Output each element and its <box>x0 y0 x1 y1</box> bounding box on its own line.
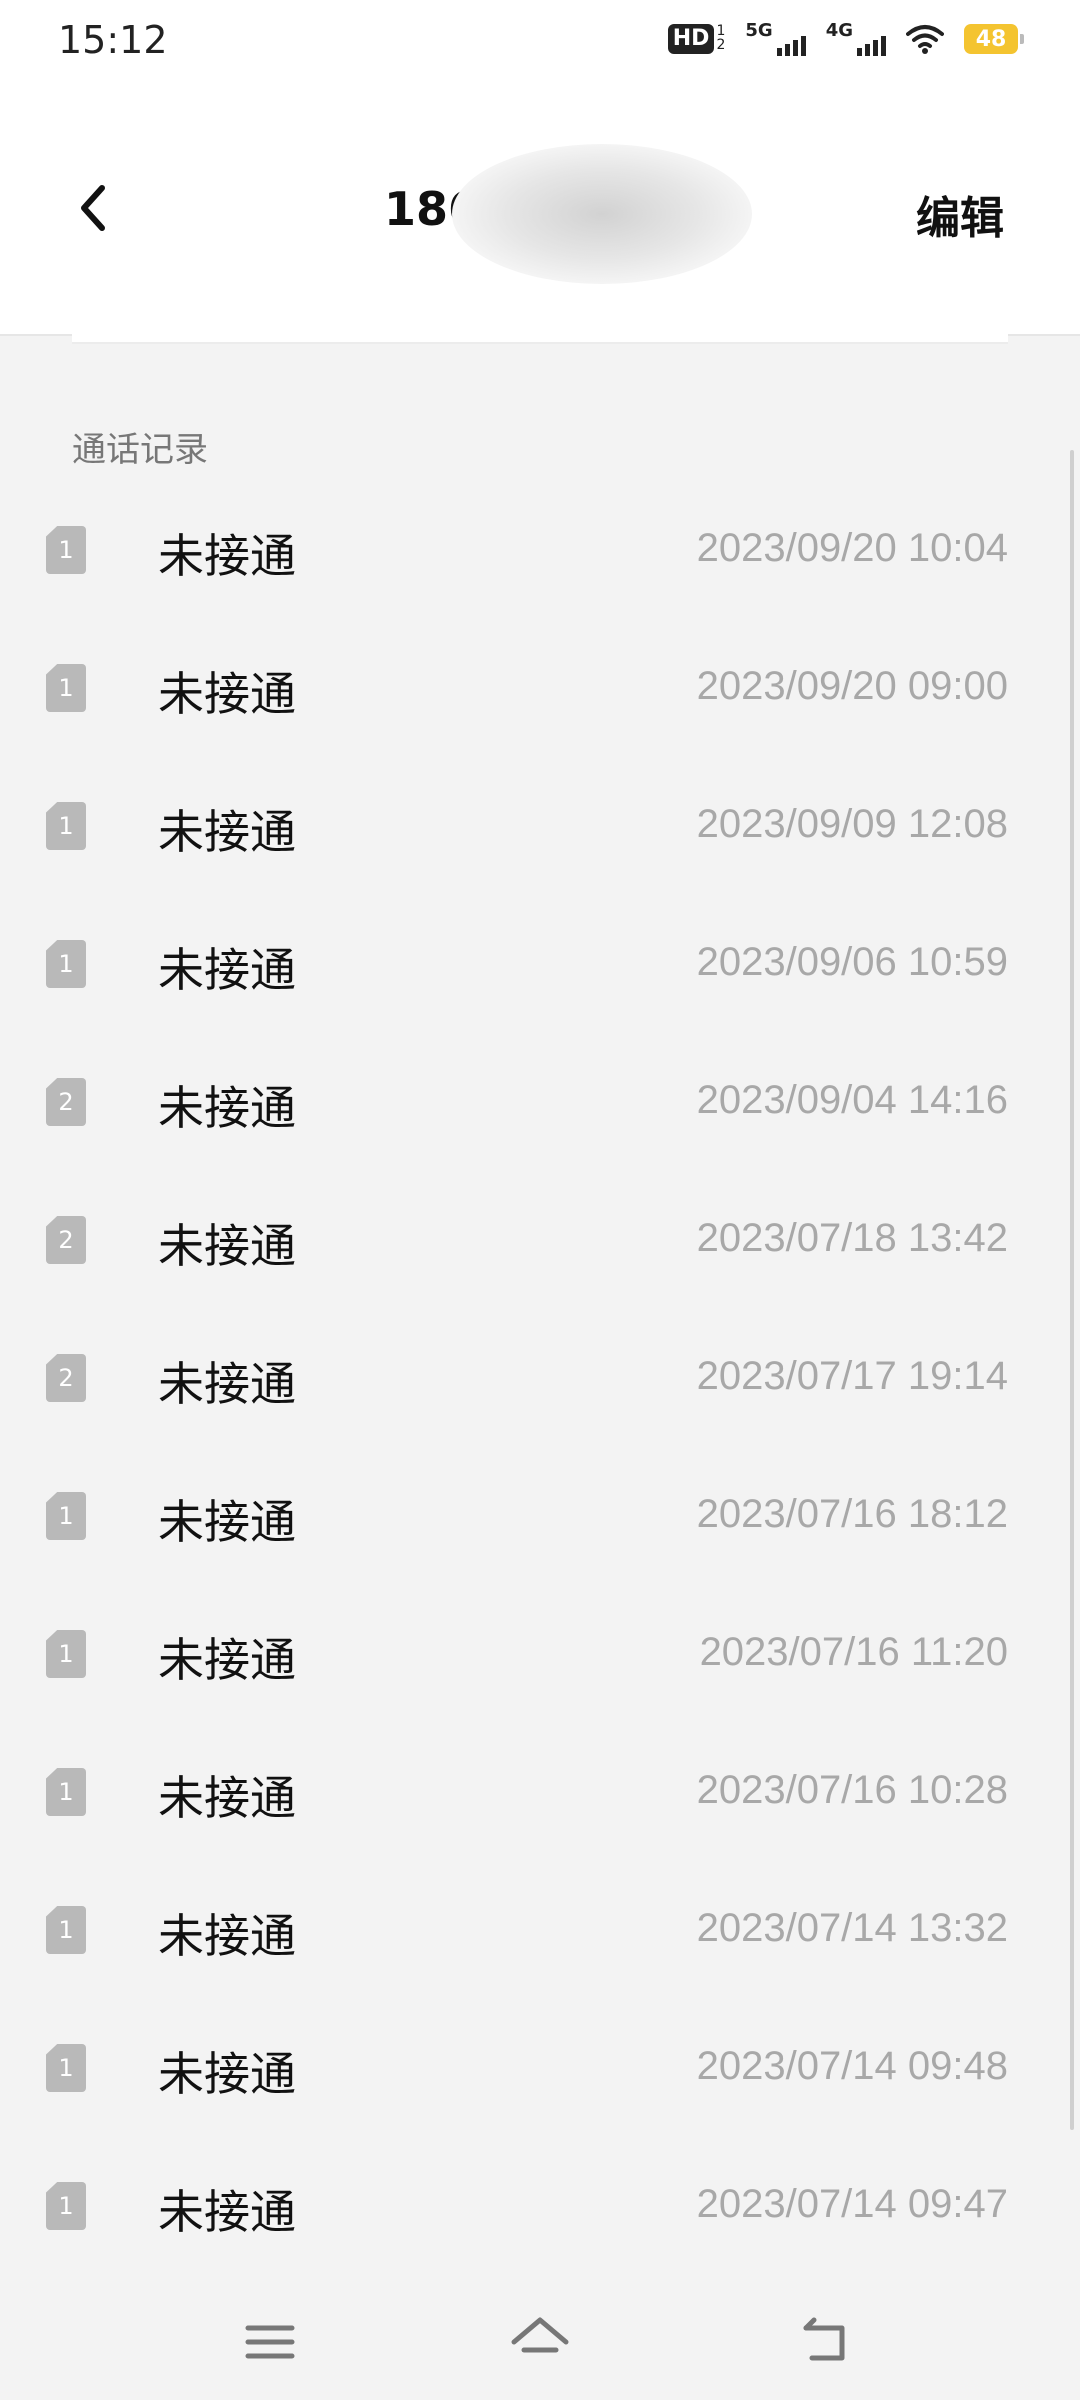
menu-button[interactable] <box>238 2310 302 2374</box>
wifi-icon <box>906 24 944 54</box>
battery-icon: 48 <box>964 24 1024 54</box>
sim-card-icon: 1 <box>46 1492 86 1540</box>
sim-card-icon: 1 <box>46 2044 86 2092</box>
sim-slot-number: 1 <box>58 2054 74 2082</box>
call-status: 未接通 <box>158 1357 296 1411</box>
call-timestamp: 2023/07/16 18:12 <box>696 1492 1008 1536</box>
section-title-call-log: 通话记录 <box>72 430 208 470</box>
net-4g-label: 4G <box>825 20 853 41</box>
call-log-row[interactable]: 1 未接通 2023/09/20 09:00 <box>0 618 1080 756</box>
header-divider <box>72 334 1008 344</box>
signal-4g-icon: 4G <box>826 22 886 56</box>
sim-slot-number: 1 <box>58 2192 74 2220</box>
hd-voice-icon: HD 1 2 <box>667 23 726 54</box>
call-timestamp: 2023/07/14 09:48 <box>696 2044 1008 2088</box>
sim-slot-number: 2 <box>58 1088 74 1116</box>
call-timestamp: 2023/09/04 14:16 <box>696 1078 1008 1122</box>
call-status: 未接通 <box>158 1771 296 1825</box>
sim-card-icon: 1 <box>46 1906 86 1954</box>
call-log-row[interactable]: 1 未接通 2023/07/16 18:12 <box>0 1446 1080 1584</box>
sim-slot-number: 1 <box>58 812 74 840</box>
call-log-row[interactable]: 1 未接通 2023/07/14 09:48 <box>0 1998 1080 2136</box>
call-timestamp: 2023/09/20 09:00 <box>696 664 1008 708</box>
status-bar: 15:12 HD 1 2 5G 4G 48 <box>0 0 1080 84</box>
sim-card-icon: 1 <box>46 1768 86 1816</box>
system-nav-bar <box>0 2290 1080 2400</box>
contact-header: 186 编辑 <box>0 84 1080 336</box>
sim-slot-number: 1 <box>58 1778 74 1806</box>
sim-card-icon: 1 <box>46 1630 86 1678</box>
sim-card-icon: 1 <box>46 526 86 574</box>
call-log-row[interactable]: 1 未接通 2023/09/09 12:08 <box>0 756 1080 894</box>
sim-slot-number: 1 <box>58 1502 74 1530</box>
call-timestamp: 2023/07/14 13:32 <box>696 1906 1008 1950</box>
sim-slot-number: 1 <box>58 1916 74 1944</box>
home-button[interactable] <box>508 2310 572 2374</box>
hd-label: HD <box>667 24 715 54</box>
call-timestamp: 2023/07/14 09:47 <box>696 2182 1008 2226</box>
call-log-row[interactable]: 1 未接通 2023/07/16 11:20 <box>0 1584 1080 1722</box>
sim-slot-number: 1 <box>58 950 74 978</box>
call-log-row[interactable]: 1 未接通 2023/07/14 13:32 <box>0 1860 1080 1998</box>
call-log-row[interactable]: 2 未接通 2023/07/18 13:42 <box>0 1170 1080 1308</box>
call-timestamp: 2023/07/16 11:20 <box>699 1630 1008 1674</box>
call-status: 未接通 <box>158 1633 296 1687</box>
call-status: 未接通 <box>158 2047 296 2101</box>
call-timestamp: 2023/07/16 10:28 <box>696 1768 1008 1812</box>
call-status: 未接通 <box>158 1495 296 1549</box>
call-timestamp: 2023/07/17 19:14 <box>696 1354 1008 1398</box>
call-log-list: 1 未接通 2023/09/20 10:04 1 未接通 2023/09/20 … <box>0 480 1080 2274</box>
edit-button[interactable]: 编辑 <box>916 182 1004 246</box>
call-status: 未接通 <box>158 1081 296 1135</box>
back-icon <box>803 2317 845 2361</box>
sim-card-icon: 2 <box>46 1354 86 1402</box>
call-log-row[interactable]: 1 未接通 2023/09/06 10:59 <box>0 894 1080 1032</box>
sim-card-icon: 1 <box>46 802 86 850</box>
call-status: 未接通 <box>158 529 296 583</box>
call-log-row[interactable]: 2 未接通 2023/09/04 14:16 <box>0 1032 1080 1170</box>
sim-card-icon: 1 <box>46 664 86 712</box>
call-status: 未接通 <box>158 667 296 721</box>
sim-slot-number: 1 <box>58 1640 74 1668</box>
chevron-left-icon <box>81 185 105 231</box>
home-icon <box>511 2317 569 2353</box>
signal-5g-icon: 5G <box>745 20 806 56</box>
sim-card-icon: 1 <box>46 940 86 988</box>
sim-card-icon: 2 <box>46 1078 86 1126</box>
hd-sub-top: 1 <box>716 23 726 39</box>
status-icons: HD 1 2 5G 4G 48 <box>667 20 1024 56</box>
net-5g-label: 5G <box>745 20 773 41</box>
status-time: 15:12 <box>58 18 168 62</box>
back-button[interactable] <box>68 180 124 236</box>
sim-slot-number: 2 <box>58 1226 74 1254</box>
hd-sub-bottom: 2 <box>716 37 726 53</box>
call-timestamp: 2023/09/06 10:59 <box>696 940 1008 984</box>
scrollbar[interactable] <box>1070 450 1074 2130</box>
call-log-row[interactable]: 1 未接通 2023/09/20 10:04 <box>0 480 1080 618</box>
call-log-row[interactable]: 1 未接通 2023/07/16 10:28 <box>0 1722 1080 1860</box>
call-status: 未接通 <box>158 1909 296 1963</box>
sim-slot-number: 1 <box>58 536 74 564</box>
sim-slot-number: 1 <box>58 674 74 702</box>
call-status: 未接通 <box>158 2185 296 2239</box>
call-log-row[interactable]: 1 未接通 2023/07/14 09:47 <box>0 2136 1080 2274</box>
call-status: 未接通 <box>158 1219 296 1273</box>
sim-card-icon: 1 <box>46 2182 86 2230</box>
call-status: 未接通 <box>158 805 296 859</box>
menu-icon <box>245 2325 295 2359</box>
call-timestamp: 2023/07/18 13:42 <box>696 1216 1008 1260</box>
redaction-blur <box>452 144 752 284</box>
call-timestamp: 2023/09/09 12:08 <box>696 802 1008 846</box>
call-log-row[interactable]: 2 未接通 2023/07/17 19:14 <box>0 1308 1080 1446</box>
battery-level: 48 <box>975 26 1007 52</box>
call-timestamp: 2023/09/20 10:04 <box>696 526 1008 570</box>
sim-slot-number: 2 <box>58 1364 74 1392</box>
sim-card-icon: 2 <box>46 1216 86 1264</box>
back-nav-button[interactable] <box>792 2310 856 2374</box>
call-status: 未接通 <box>158 943 296 997</box>
